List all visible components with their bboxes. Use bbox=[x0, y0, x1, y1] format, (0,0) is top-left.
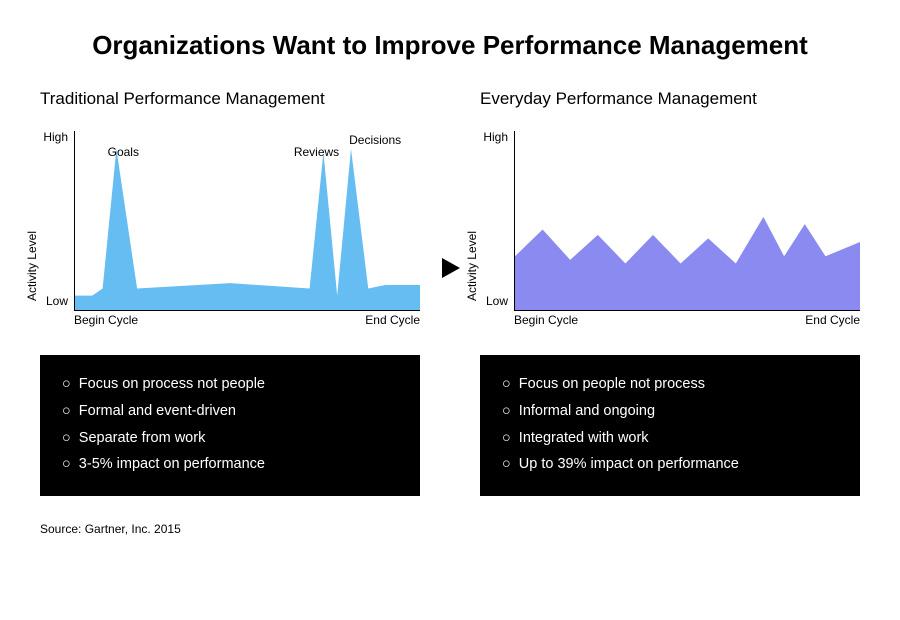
right-ylabel: Activity Level bbox=[465, 231, 479, 301]
right-area-path bbox=[515, 217, 860, 310]
left-panel: Traditional Performance Management Activ… bbox=[40, 89, 420, 331]
left-area-path bbox=[75, 149, 420, 310]
page-title: Organizations Want to Improve Performanc… bbox=[40, 30, 860, 61]
left-xtick-begin: Begin Cycle bbox=[74, 313, 138, 327]
right-chart-title: Everyday Performance Management bbox=[480, 89, 860, 109]
right-ytick-low: Low bbox=[478, 294, 508, 308]
left-bullet-1: Formal and event-driven bbox=[62, 398, 402, 425]
right-panel: Everyday Performance Management Activity… bbox=[480, 89, 860, 331]
charts-row: Traditional Performance Management Activ… bbox=[40, 89, 860, 331]
left-plot-area: Goals Reviews Decisions bbox=[74, 131, 420, 311]
left-chart: Activity Level High Low Goals Reviews De… bbox=[40, 131, 420, 331]
peak-label-decisions: Decisions bbox=[349, 133, 401, 147]
bullets-row: Focus on process not people Formal and e… bbox=[40, 355, 860, 496]
right-plot-area bbox=[514, 131, 860, 311]
left-ytick-high: High bbox=[38, 130, 68, 144]
left-xticks: Begin Cycle End Cycle bbox=[74, 313, 420, 327]
left-bullet-2: Separate from work bbox=[62, 425, 402, 452]
left-ylabel: Activity Level bbox=[25, 231, 39, 301]
right-bullet-2: Integrated with work bbox=[502, 425, 842, 452]
left-xtick-end: End Cycle bbox=[365, 313, 420, 327]
left-bullet-0: Focus on process not people bbox=[62, 371, 402, 398]
left-bullet-3: 3-5% impact on performance bbox=[62, 451, 402, 478]
right-bullet-0: Focus on people not process bbox=[502, 371, 842, 398]
right-bullet-1: Informal and ongoing bbox=[502, 398, 842, 425]
right-ytick-high: High bbox=[478, 130, 508, 144]
right-area-svg bbox=[515, 131, 860, 310]
arrow-icon bbox=[430, 136, 470, 285]
right-xticks: Begin Cycle End Cycle bbox=[514, 313, 860, 327]
left-chart-title: Traditional Performance Management bbox=[40, 89, 420, 109]
left-ytick-low: Low bbox=[38, 294, 68, 308]
right-bullets: Focus on people not process Informal and… bbox=[480, 355, 860, 496]
right-bullet-3: Up to 39% impact on performance bbox=[502, 451, 842, 478]
right-chart: Activity Level High Low Begin Cycle End … bbox=[480, 131, 860, 331]
right-xtick-begin: Begin Cycle bbox=[514, 313, 578, 327]
peak-label-reviews: Reviews bbox=[294, 145, 339, 159]
left-bullets: Focus on process not people Formal and e… bbox=[40, 355, 420, 496]
peak-label-goals: Goals bbox=[108, 145, 139, 159]
source-text: Source: Gartner, Inc. 2015 bbox=[40, 522, 860, 536]
right-xtick-end: End Cycle bbox=[805, 313, 860, 327]
